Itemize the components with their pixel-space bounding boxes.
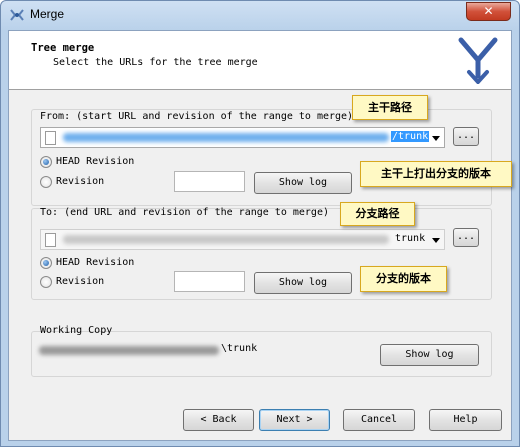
to-head-label: HEAD Revision xyxy=(56,257,135,268)
file-icon xyxy=(45,131,56,145)
page-subtitle: Select the URLs for the tree merge xyxy=(53,57,258,68)
title-bar: Merge ✕ xyxy=(1,1,519,29)
working-copy-label: Working Copy xyxy=(40,325,113,336)
working-copy-path-value xyxy=(39,346,219,355)
close-button[interactable]: ✕ xyxy=(466,2,511,21)
from-url-value xyxy=(63,133,389,142)
to-revision-input[interactable] xyxy=(174,271,245,292)
from-head-radio[interactable] xyxy=(40,156,52,168)
to-browse-button[interactable]: ... xyxy=(453,228,479,247)
from-label: From: (start URL and revision of the ran… xyxy=(40,111,354,122)
file-icon xyxy=(45,233,56,247)
dialog-client-area: Tree merge Select the URLs for the tree … xyxy=(8,30,512,441)
from-browse-button[interactable]: ... xyxy=(453,127,479,146)
page-title: Tree merge xyxy=(31,42,95,54)
from-head-label: HEAD Revision xyxy=(56,156,135,167)
window-title: Merge xyxy=(30,7,65,21)
merge-icon xyxy=(10,9,24,21)
working-copy-path-tail: \trunk xyxy=(221,343,258,354)
next-button[interactable]: Next > xyxy=(259,409,330,431)
to-label: To: (end URL and revision of the range t… xyxy=(40,207,329,218)
cancel-button[interactable]: Cancel xyxy=(343,409,415,431)
to-url-value xyxy=(63,235,389,244)
help-button[interactable]: Help xyxy=(429,409,502,431)
from-revision-input[interactable] xyxy=(174,171,245,192)
callout-trunk-branch-version: 主干上打出分支的版本 xyxy=(360,161,512,187)
merge-dialog: Merge ✕ Tree merge Select the URLs for t… xyxy=(0,0,520,447)
to-url-tail: trunk xyxy=(395,233,426,244)
callout-branch-version: 分支的版本 xyxy=(360,266,447,292)
close-icon: ✕ xyxy=(483,4,494,18)
to-revision-radio[interactable] xyxy=(40,276,52,288)
from-revision-label: Revision xyxy=(56,176,105,187)
to-show-log-button[interactable]: Show log xyxy=(254,272,352,294)
chevron-down-icon xyxy=(432,238,440,243)
back-button[interactable]: < Back xyxy=(183,409,254,431)
from-revision-radio[interactable] xyxy=(40,176,52,188)
from-show-log-button[interactable]: Show log xyxy=(254,172,352,194)
to-url-combo[interactable]: trunk xyxy=(40,229,445,250)
to-head-radio[interactable] xyxy=(40,257,52,269)
to-revision-label: Revision xyxy=(56,276,105,287)
wizard-header: Tree merge Select the URLs for the tree … xyxy=(9,31,511,90)
callout-branch-path: 分支路径 xyxy=(340,202,415,226)
from-url-combo[interactable]: /trunk xyxy=(40,127,445,148)
chevron-down-icon xyxy=(432,136,440,141)
working-copy-show-log-button[interactable]: Show log xyxy=(380,344,479,366)
callout-trunk-path: 主干路径 xyxy=(352,95,428,120)
from-url-tail: /trunk xyxy=(391,131,430,142)
branch-merge-icon xyxy=(458,37,498,84)
